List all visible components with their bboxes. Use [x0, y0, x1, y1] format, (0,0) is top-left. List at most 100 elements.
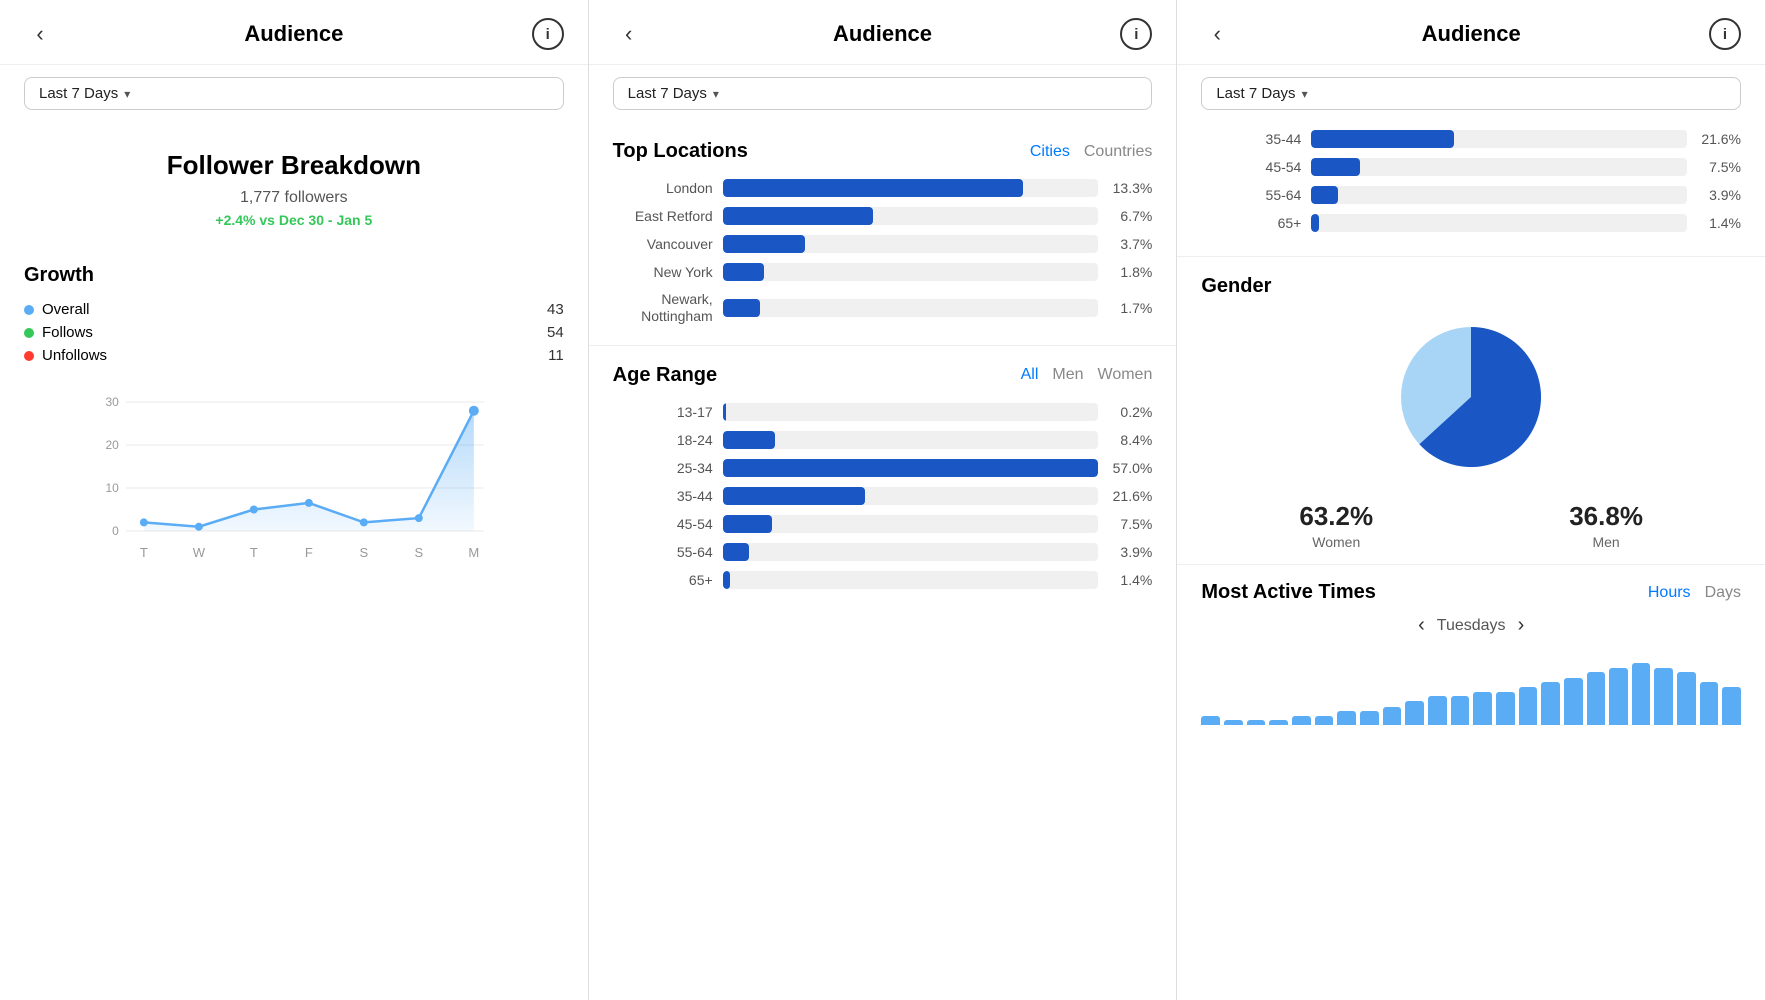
bar-fill — [1311, 186, 1337, 204]
bar-fill — [723, 299, 761, 317]
back-button-3[interactable]: ‹ — [1201, 18, 1233, 50]
hour-bar-20 — [1654, 668, 1673, 725]
bar-track — [723, 571, 1099, 589]
unfollows-label: Unfollows — [42, 347, 107, 364]
svg-text:30: 30 — [105, 395, 119, 409]
hour-bar-21 — [1677, 672, 1696, 725]
tab-all[interactable]: All — [1021, 366, 1039, 384]
active-times-title: Most Active Times — [1201, 581, 1376, 604]
panel2-title: Audience — [645, 21, 1121, 47]
hour-bar-9 — [1405, 701, 1424, 725]
hour-bar-3 — [1269, 720, 1288, 725]
back-button-2[interactable]: ‹ — [613, 18, 645, 50]
svg-text:20: 20 — [105, 438, 119, 452]
tab-men[interactable]: Men — [1052, 366, 1083, 384]
date-range-dropdown-2[interactable]: Last 7 Days ▾ — [613, 77, 1153, 110]
hours-chart — [1201, 649, 1741, 729]
tab-days[interactable]: Days — [1705, 584, 1741, 602]
bar-pct: 6.7% — [1108, 208, 1152, 224]
next-day-button[interactable]: › — [1518, 614, 1525, 637]
age-range-title: Age Range — [613, 364, 717, 387]
growth-title: Growth — [24, 264, 564, 287]
hour-bar-22 — [1700, 682, 1719, 725]
bar-pct: 3.7% — [1108, 236, 1152, 252]
chevron-down-icon-3: ▾ — [1302, 87, 1308, 101]
legend-follows: Follows 54 — [24, 324, 564, 341]
panel-follower-breakdown: ‹ Audience i Last 7 Days ▾ Follower Brea… — [0, 0, 589, 1000]
chevron-down-icon: ▾ — [124, 87, 130, 101]
bar-track — [1311, 158, 1687, 176]
follower-breakdown-title: Follower Breakdown — [24, 150, 564, 181]
bar-track — [723, 403, 1099, 421]
location-tabs: Cities Countries — [1030, 143, 1153, 161]
chart-svg: 30 20 10 0 — [48, 382, 540, 602]
bar-fill — [723, 543, 749, 561]
bar-fill — [723, 235, 806, 253]
hour-bar-4 — [1292, 716, 1311, 725]
bar-track — [723, 515, 1099, 533]
hour-bar-19 — [1632, 663, 1651, 725]
follows-dot — [24, 328, 34, 338]
overall-dot — [24, 305, 34, 315]
bar-fill — [1311, 158, 1360, 176]
bar-label: 55-64 — [613, 544, 713, 560]
date-range-dropdown-3[interactable]: Last 7 Days ▾ — [1201, 77, 1741, 110]
bar-pct: 1.8% — [1108, 264, 1152, 280]
bar-label: 45-54 — [1201, 159, 1301, 175]
hour-bar-15 — [1541, 682, 1560, 725]
follower-change: +2.4% vs Dec 30 - Jan 5 — [24, 212, 564, 228]
location-bar-east-retford: East Retford 6.7% — [613, 207, 1153, 225]
age-bar-45-54: 45-54 7.5% — [613, 515, 1153, 533]
age-bar-65plus-p3: 65+ 1.4% — [1201, 214, 1741, 232]
info-button-2[interactable]: i — [1120, 18, 1152, 50]
day-label: Tuesdays — [1437, 617, 1506, 635]
age-bar-35-44-p3: 35-44 21.6% — [1201, 130, 1741, 148]
bar-fill — [723, 515, 772, 533]
panel-gender-active: ‹ Audience i Last 7 Days ▾ 35-44 21.6% 4… — [1177, 0, 1766, 1000]
hour-bar-16 — [1564, 678, 1583, 725]
age-bar-45-54-p3: 45-54 7.5% — [1201, 158, 1741, 176]
bar-track — [1311, 214, 1687, 232]
tab-women[interactable]: Women — [1098, 366, 1153, 384]
info-button[interactable]: i — [532, 18, 564, 50]
svg-text:10: 10 — [105, 481, 119, 495]
overall-value: 43 — [547, 301, 564, 318]
bar-pct: 8.4% — [1108, 432, 1152, 448]
hour-bar-7 — [1360, 711, 1379, 725]
location-bar-london: London 13.3% — [613, 179, 1153, 197]
hour-bar-11 — [1451, 696, 1470, 725]
tab-countries[interactable]: Countries — [1084, 143, 1152, 161]
hour-bar-2 — [1247, 720, 1266, 725]
tab-cities[interactable]: Cities — [1030, 143, 1070, 161]
bar-track — [723, 235, 1099, 253]
unfollows-value: 11 — [548, 347, 564, 364]
bar-track — [723, 299, 1099, 317]
pie-svg — [1386, 312, 1556, 482]
gender-chart: 63.2% Women 36.8% Men — [1201, 312, 1741, 550]
svg-text:F: F — [305, 545, 313, 560]
panel1-title: Audience — [56, 21, 532, 47]
tab-hours[interactable]: Hours — [1648, 584, 1691, 602]
bar-label: 25-34 — [613, 460, 713, 476]
prev-day-button[interactable]: ‹ — [1418, 614, 1425, 637]
back-button[interactable]: ‹ — [24, 18, 56, 50]
women-label: Women — [1299, 534, 1373, 550]
gender-men: 36.8% Men — [1569, 501, 1643, 550]
bar-label: 45-54 — [613, 516, 713, 532]
hour-bar-5 — [1315, 716, 1334, 725]
bar-track — [723, 263, 1099, 281]
change-positive: +2.4% — [215, 212, 255, 228]
info-button-3[interactable]: i — [1709, 18, 1741, 50]
bar-pct: 57.0% — [1108, 460, 1152, 476]
bar-label: 18-24 — [613, 432, 713, 448]
bar-pct: 13.3% — [1108, 180, 1152, 196]
date-range-dropdown[interactable]: Last 7 Days ▾ — [24, 77, 564, 110]
day-navigator: ‹ Tuesdays › — [1201, 614, 1741, 637]
hour-bar-0 — [1201, 716, 1220, 725]
hour-bar-8 — [1383, 707, 1402, 725]
bar-label: New York — [613, 264, 713, 280]
bar-fill — [723, 179, 1024, 197]
women-pct: 63.2% — [1299, 501, 1373, 532]
bar-track — [723, 487, 1099, 505]
bar-pct: 7.5% — [1697, 159, 1741, 175]
